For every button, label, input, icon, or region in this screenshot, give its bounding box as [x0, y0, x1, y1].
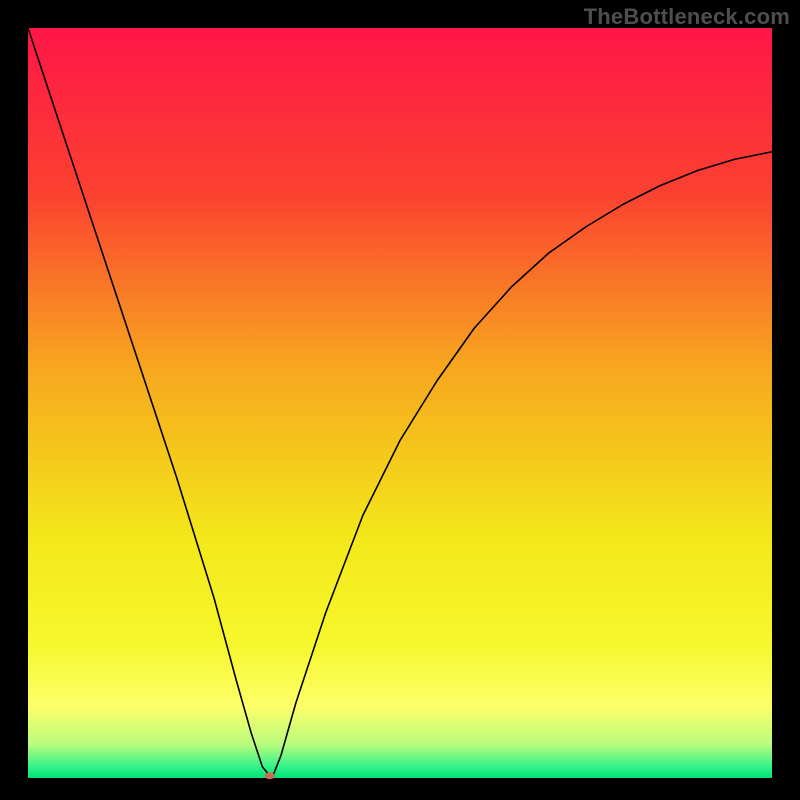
- watermark-text: TheBottleneck.com: [584, 4, 790, 30]
- plot-background: [28, 28, 772, 778]
- chart-frame: TheBottleneck.com: [0, 0, 800, 800]
- chart-svg: [0, 0, 800, 800]
- minimum-marker: [265, 772, 275, 779]
